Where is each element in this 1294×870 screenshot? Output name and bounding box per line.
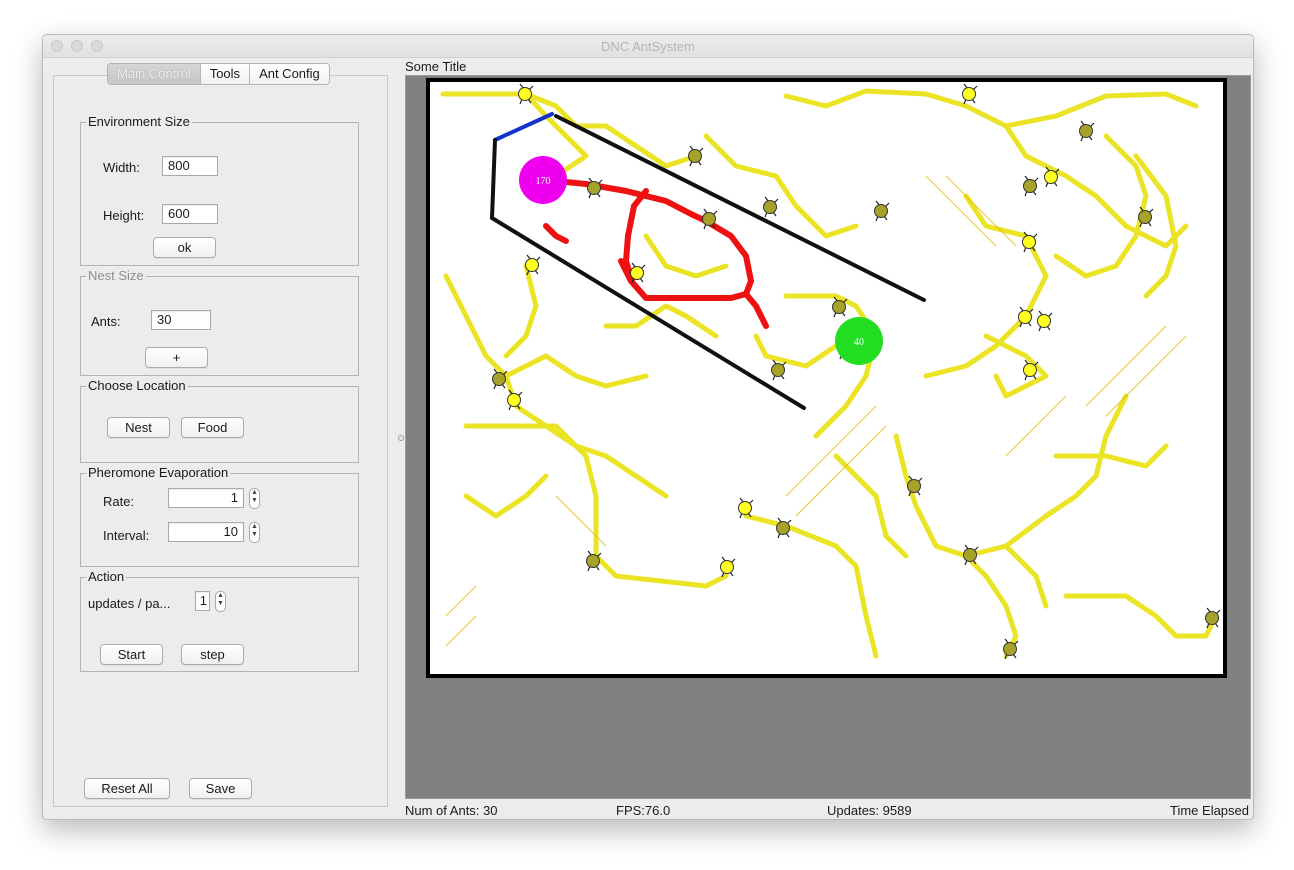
width-label: Width: — [103, 160, 140, 175]
height-input[interactable]: 600 — [162, 204, 218, 224]
rate-input[interactable]: 1 — [168, 488, 244, 508]
action-group: Action updates / pa... 1 ▲ ▼ Start step — [80, 569, 359, 672]
fps-status: FPS:76.0 — [616, 803, 671, 818]
tab-tools[interactable]: Tools — [200, 64, 251, 84]
tab-main-control[interactable]: Main Control — [108, 64, 201, 84]
updates-per-paint-spinner[interactable]: ▲ ▼ — [215, 591, 226, 612]
split-pane-handle[interactable] — [398, 435, 404, 441]
reset-all-button[interactable]: Reset All — [84, 778, 170, 799]
food-button[interactable]: Food — [181, 417, 244, 438]
nest-count: 170 — [536, 176, 551, 187]
ants-label: Ants: — [91, 314, 121, 329]
updates-per-paint-label: updates / pa... — [88, 596, 171, 611]
rate-spinner[interactable]: ▲ ▼ — [249, 488, 260, 509]
app-window: DNC AntSystem Main Control Tools Ant Con… — [42, 34, 1254, 820]
rate-label: Rate: — [103, 494, 135, 509]
nest-size-legend: Nest Size — [86, 268, 146, 284]
control-panel: Main Control Tools Ant Config Environmen… — [53, 63, 388, 807]
pheromone-evaporation-legend: Pheromone Evaporation — [86, 465, 231, 481]
panel-title: Some Title — [405, 59, 467, 74]
simulation-panel: Some Title 170 40 Num of Ants: 30 FPS:76… — [405, 57, 1253, 819]
save-button[interactable]: Save — [189, 778, 252, 799]
food-count: 40 — [854, 337, 864, 348]
updates-status: Updates: 9589 — [827, 803, 912, 818]
choose-location-group: Choose Location Nest Food — [80, 378, 359, 463]
num-ants-status: Num of Ants: 30 — [405, 803, 498, 818]
interval-input[interactable]: 10 — [168, 522, 244, 542]
status-bar: Num of Ants: 30 FPS:76.0 Updates: 9589 T… — [405, 803, 1251, 819]
environment-size-group: Environment Size Width: 800 Height: 600 … — [80, 114, 359, 266]
simulation-viewport[interactable]: 170 40 — [405, 75, 1251, 799]
tab-ant-config[interactable]: Ant Config — [250, 64, 329, 84]
width-input[interactable]: 800 — [162, 156, 218, 176]
start-button[interactable]: Start — [100, 644, 163, 665]
interval-label: Interval: — [103, 528, 150, 543]
updates-per-paint-input[interactable]: 1 — [195, 591, 210, 611]
choose-location-legend: Choose Location — [86, 378, 188, 394]
nest-size-group: Nest Size Ants: 30 + — [80, 268, 359, 376]
nest: 170 — [519, 156, 567, 204]
step-button[interactable]: step — [181, 644, 244, 665]
nest-button[interactable]: Nest — [107, 417, 170, 438]
height-label: Height: — [103, 208, 145, 223]
tab-bar: Main Control Tools Ant Config — [107, 63, 330, 85]
time-elapsed-status: Time Elapsed — [1170, 803, 1249, 818]
ok-button[interactable]: ok — [153, 237, 216, 258]
window-title: DNC AntSystem — [601, 39, 695, 54]
action-legend: Action — [86, 569, 127, 585]
simulation-canvas[interactable]: 170 40 — [406, 76, 1250, 798]
pheromone-evaporation-group: Pheromone Evaporation Rate: 1 ▲ ▼ Interva… — [80, 465, 359, 567]
title-bar: DNC AntSystem — [43, 35, 1253, 58]
environment-size-legend: Environment Size — [86, 114, 192, 130]
food: 40 — [835, 317, 883, 365]
ants-input[interactable]: 30 — [151, 310, 211, 330]
add-ants-button[interactable]: + — [145, 347, 208, 368]
interval-spinner[interactable]: ▲ ▼ — [249, 522, 260, 543]
